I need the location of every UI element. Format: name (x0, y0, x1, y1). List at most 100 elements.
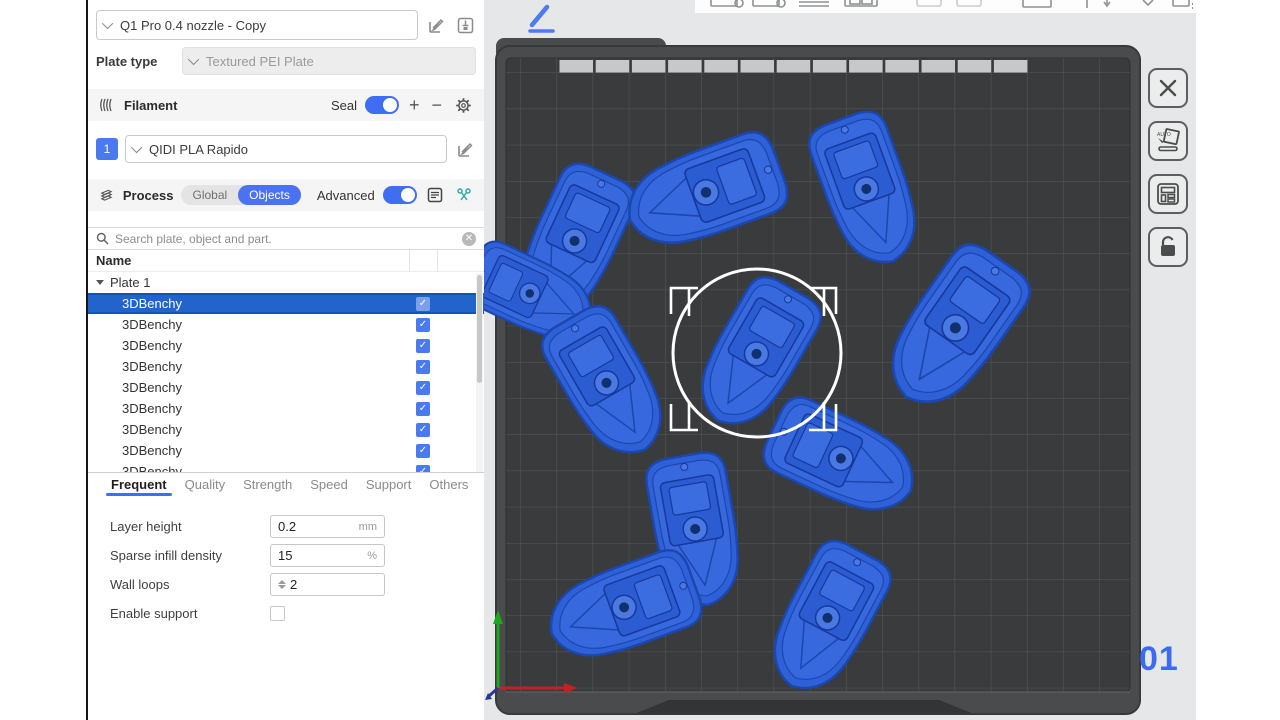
printer-calibration-button[interactable] (454, 14, 476, 36)
row-checkbox[interactable]: ✓ (416, 444, 430, 458)
seal-toggle[interactable] (365, 96, 399, 114)
delete-all-icon (1157, 77, 1179, 99)
infill-density-input[interactable] (278, 548, 338, 563)
param-layer-height: Layer height mm (110, 515, 484, 538)
check-icon: ✓ (419, 445, 427, 456)
remove-filament-button[interactable]: − (429, 96, 444, 114)
top-toolbar-icon-fragments (695, 0, 1196, 13)
list-item[interactable]: 3DBenchy ✓ (88, 356, 484, 377)
layer-height-field[interactable]: mm (270, 515, 385, 538)
arrange-button[interactable] (1148, 174, 1188, 214)
wall-loops-field[interactable] (270, 573, 385, 596)
list-item[interactable]: 3DBenchy ✓ (88, 419, 484, 440)
plate-number-label[interactable]: 01 (1139, 640, 1191, 679)
filament-settings-button[interactable] (452, 94, 474, 116)
param-enable-support: Enable support (110, 602, 484, 625)
tab-speed[interactable]: Speed (301, 473, 357, 492)
check-icon: ✓ (419, 466, 427, 474)
plate-type-label: Plate type (96, 54, 182, 69)
lock-icon (1157, 235, 1179, 259)
tab-others[interactable]: Others (420, 473, 477, 492)
plate-front-notch (634, 700, 974, 714)
scope-objects-option[interactable]: Objects (238, 185, 301, 205)
list-item-label: 3DBenchy (122, 338, 182, 353)
row-checkbox[interactable]: ✓ (416, 318, 430, 332)
check-icon: ✓ (419, 424, 427, 435)
plate-type-row: Plate type Textured PEI Plate (96, 47, 476, 75)
edit-icon (457, 141, 474, 158)
gear-icon (455, 97, 472, 114)
row-checkbox[interactable]: ✓ (416, 423, 430, 437)
list-item[interactable]: 3DBenchy ✓ (88, 398, 484, 419)
delete-all-button[interactable] (1148, 68, 1188, 108)
list-item-plate[interactable]: Plate 1 (88, 272, 484, 293)
add-filament-button[interactable]: + (407, 96, 422, 114)
param-label: Sparse infill density (110, 548, 270, 563)
search-icon (96, 232, 109, 245)
tab-support[interactable]: Support (357, 473, 421, 492)
row-checkbox[interactable]: ✓ (416, 339, 430, 353)
filament-select[interactable]: QIDI PLA Rapido (125, 135, 447, 163)
clear-search-icon[interactable]: ✕ (462, 232, 476, 246)
list-header: Name (88, 250, 484, 272)
printer-calibration-icon (457, 17, 474, 34)
wall-loops-input[interactable] (290, 577, 350, 592)
list-item[interactable]: 3DBenchy ✓ (88, 461, 484, 473)
build-plate-scene[interactable] (484, 0, 1196, 720)
layer-height-input[interactable] (278, 519, 338, 534)
list-item-label: 3DBenchy (122, 422, 182, 437)
auto-orient-button[interactable]: AUTO (1148, 121, 1188, 161)
process-tabs: Frequent Quality Strength Speed Support … (88, 473, 484, 499)
list-item[interactable]: 3DBenchy ✓ (88, 440, 484, 461)
row-checkbox[interactable]: ✓ (416, 381, 430, 395)
filament-slot-row: 1 QIDI PLA Rapido (96, 135, 476, 163)
viewport-3d[interactable]: AUTO 01 (484, 0, 1196, 720)
process-section-title: Process (123, 188, 174, 203)
search-input[interactable] (115, 232, 456, 246)
check-icon: ✓ (419, 382, 427, 393)
list-item[interactable]: 3DBenchy ✓ (88, 293, 484, 314)
objects-filter-button[interactable] (453, 184, 474, 206)
row-checkbox[interactable]: ✓ (416, 297, 430, 311)
lock-plate-button[interactable] (1148, 227, 1188, 267)
param-infill-density: Sparse infill density % (110, 544, 484, 567)
objects-filter-icon (456, 187, 472, 203)
chevron-down-icon (131, 142, 142, 153)
plate-type-value: Textured PEI Plate (206, 54, 314, 69)
plate-type-select[interactable]: Textured PEI Plate (182, 47, 476, 75)
tab-strength[interactable]: Strength (234, 473, 301, 492)
list-item[interactable]: 3DBenchy ✓ (88, 314, 484, 335)
advanced-toggle[interactable] (383, 186, 417, 204)
search-bar: ✕ (88, 227, 484, 250)
process-section-header: Process Global Objects Advanced (88, 179, 484, 211)
unit-label: % (367, 550, 377, 562)
list-item[interactable]: 3DBenchy ✓ (88, 377, 484, 398)
list-view-icon (427, 187, 443, 203)
row-checkbox[interactable]: ✓ (416, 360, 430, 374)
tab-quality[interactable]: Quality (176, 473, 234, 492)
enable-support-checkbox[interactable] (270, 606, 285, 621)
printer-select[interactable]: Q1 Pro 0.4 nozzle - Copy (96, 10, 418, 40)
stepper-arrows[interactable] (278, 580, 286, 589)
name-column-header: Name (96, 253, 131, 268)
edit-filament-button[interactable] (454, 138, 476, 160)
check-icon: ✓ (419, 403, 427, 414)
filament-slot-badge[interactable]: 1 (96, 138, 118, 160)
printer-select-value: Q1 Pro 0.4 nozzle - Copy (120, 18, 266, 33)
chevron-down-icon (188, 54, 199, 65)
infill-density-field[interactable]: % (270, 544, 385, 567)
list-item-label: 3DBenchy (122, 464, 182, 473)
filament-select-value: QIDI PLA Rapido (149, 142, 248, 157)
row-checkbox[interactable]: ✓ (416, 465, 430, 474)
row-checkbox[interactable]: ✓ (416, 402, 430, 416)
tab-frequent[interactable]: Frequent (102, 473, 176, 492)
param-label: Enable support (110, 606, 270, 621)
top-toolbar-clipped (695, 0, 1196, 13)
edit-printer-button[interactable] (425, 14, 447, 36)
process-list-view-button[interactable] (425, 184, 446, 206)
collapse-arrow-icon[interactable] (96, 280, 104, 285)
scope-global-option[interactable]: Global (181, 185, 238, 205)
edit-plate-name-icon[interactable] (530, 7, 553, 31)
list-item[interactable]: 3DBenchy ✓ (88, 335, 484, 356)
list-scrollbar[interactable] (476, 273, 483, 472)
